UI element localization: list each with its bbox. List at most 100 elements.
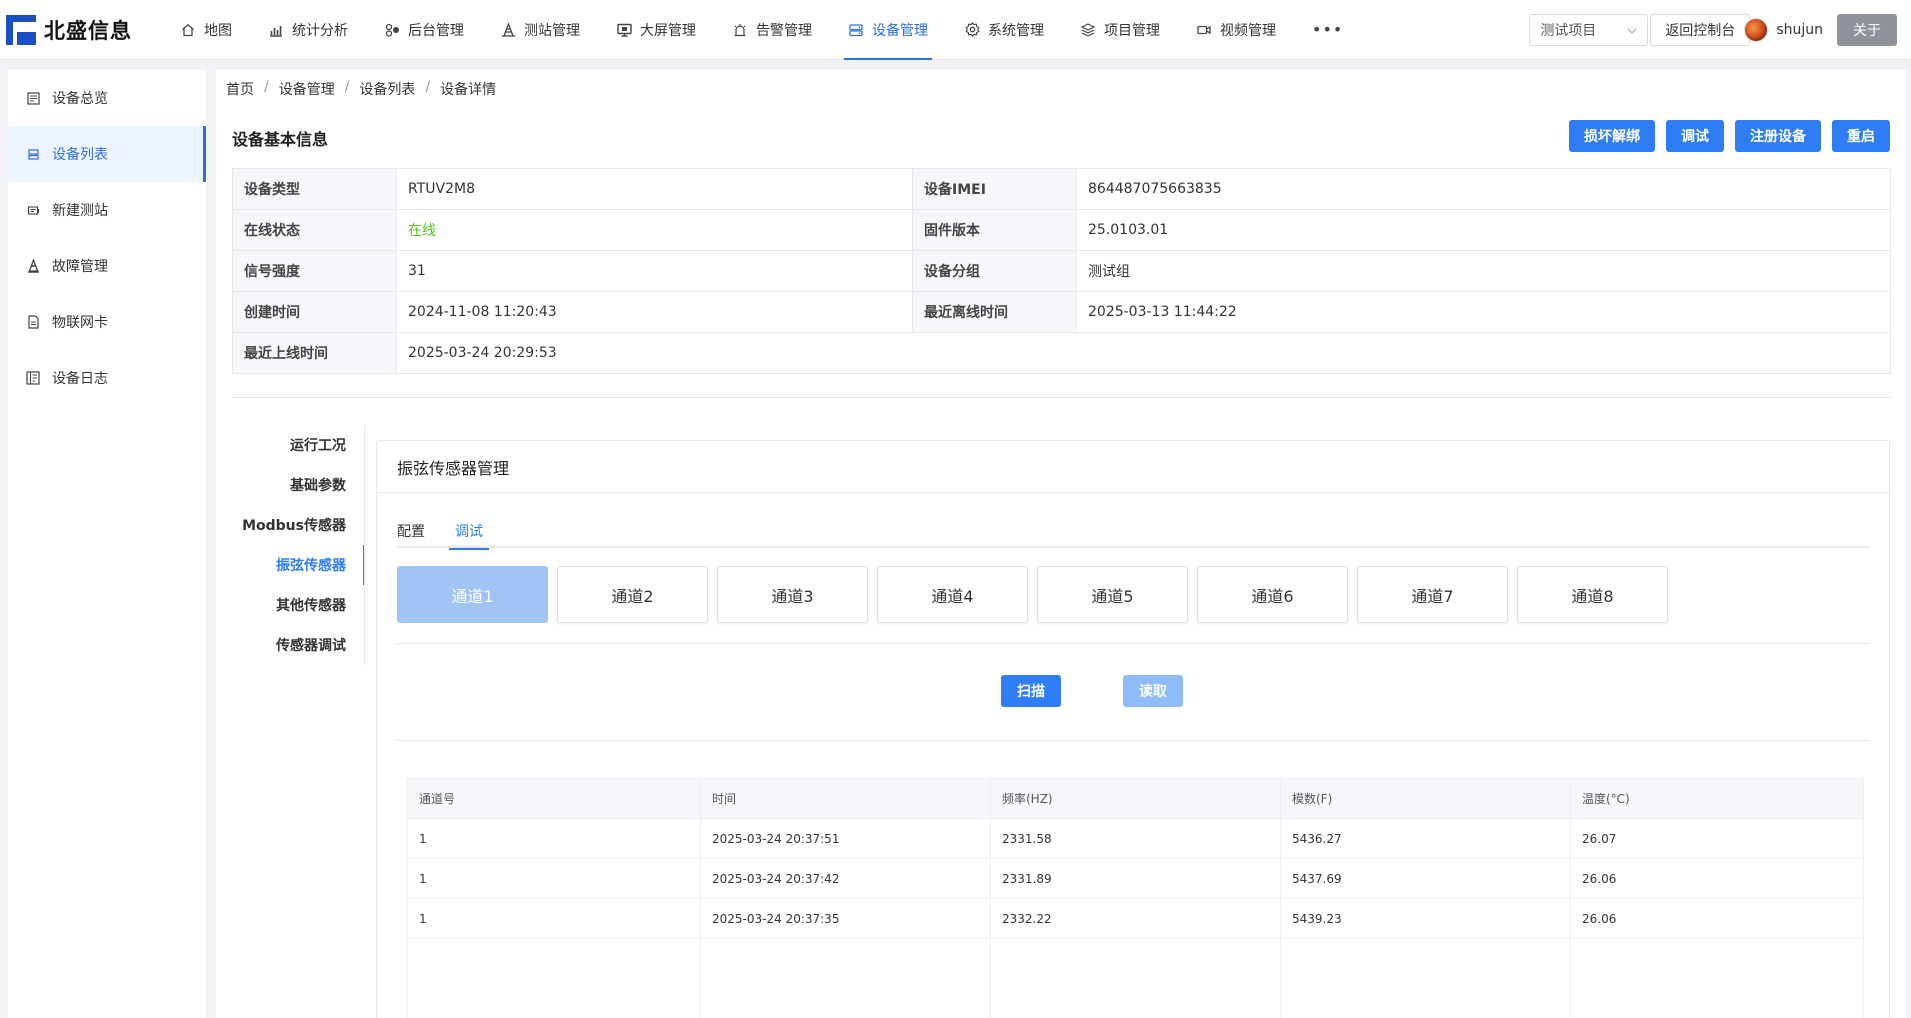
table-cell: 5436.27 bbox=[1280, 818, 1571, 859]
column-header: 时间 bbox=[700, 778, 991, 819]
nav-label: 设备管理 bbox=[872, 22, 928, 39]
nav-item-backend[interactable]: 后台管理 bbox=[366, 0, 482, 60]
info-row: 设备类型 RTUV2M8 设备IMEI 864487075663835 bbox=[232, 168, 1891, 210]
channel-button-1[interactable]: 通道1 bbox=[397, 566, 548, 623]
sensor-menu-item-basic-params[interactable]: 基础参数 bbox=[232, 465, 365, 505]
sidebar-item-device-log[interactable]: 设备日志 bbox=[8, 350, 206, 406]
breadcrumb-item-home[interactable]: 首页 bbox=[226, 79, 254, 99]
breadcrumb-item-device-detail: 设备详情 bbox=[440, 82, 497, 98]
header-actions: 测试项目 返回控制台 shujun 关于 bbox=[1529, 0, 1911, 60]
table-cell: 2025-03-24 20:37:51 bbox=[700, 818, 991, 859]
video-icon bbox=[1196, 22, 1212, 38]
nav-item-stations[interactable]: 测站管理 bbox=[482, 0, 598, 60]
project-select-value: 测试项目 bbox=[1540, 23, 1597, 39]
sensor-menu-item-debug[interactable]: 传感器调试 bbox=[232, 625, 365, 665]
brand-logo[interactable]: 北盛信息 bbox=[0, 0, 158, 60]
main-content: 首页 / 设备管理 / 设备列表 / 设备详情 设备基本信息 损坏解绑 调试 注… bbox=[216, 70, 1906, 1018]
nav-label: 系统管理 bbox=[988, 22, 1044, 39]
debug-button[interactable]: 调试 bbox=[1666, 120, 1724, 152]
device-icon bbox=[848, 22, 864, 38]
main-nav: 地图 统计分析 后台管理 测站管理 大屏管理 告警管理 设备管理 系统管理 项目… bbox=[162, 0, 1361, 60]
channel-button-2[interactable]: 通道2 bbox=[557, 566, 708, 623]
list-icon bbox=[26, 147, 40, 161]
alert-icon bbox=[732, 22, 748, 38]
tab-config[interactable]: 配置 bbox=[397, 514, 425, 548]
sensor-menu-item-runtime[interactable]: 运行工况 bbox=[232, 425, 365, 465]
info-value: 25.0103.01 bbox=[1076, 209, 1891, 251]
nav-label: 视频管理 bbox=[1220, 22, 1276, 39]
nav-item-statistics[interactable]: 统计分析 bbox=[250, 0, 366, 60]
sidebar-item-new-station[interactable]: 新建测站 bbox=[8, 182, 206, 238]
table-cell: 1 bbox=[407, 858, 701, 899]
brand-name: 北盛信息 bbox=[44, 18, 132, 43]
card-title: 振弦传感器管理 bbox=[377, 441, 1889, 493]
read-button[interactable]: 读取 bbox=[1123, 675, 1183, 707]
info-value: 31 bbox=[396, 250, 913, 292]
column-header: 温度(°C) bbox=[1570, 778, 1864, 819]
channel-button-8[interactable]: 通道8 bbox=[1517, 566, 1668, 623]
breadcrumb-separator: / bbox=[344, 79, 350, 95]
nav-item-video[interactable]: 视频管理 bbox=[1178, 0, 1294, 60]
info-key: 最近上线时间 bbox=[232, 332, 397, 374]
column-header: 频率(HZ) bbox=[990, 778, 1281, 819]
table-cell: 1 bbox=[407, 898, 701, 939]
info-key: 最近离线时间 bbox=[912, 291, 1077, 333]
register-device-button[interactable]: 注册设备 bbox=[1735, 120, 1821, 152]
return-console-button[interactable]: 返回控制台 bbox=[1650, 14, 1751, 46]
channel-button-7[interactable]: 通道7 bbox=[1357, 566, 1508, 623]
channel-button-5[interactable]: 通道5 bbox=[1037, 566, 1188, 623]
sidebar-item-label: 设备日志 bbox=[52, 371, 108, 387]
nav-item-alerts[interactable]: 告警管理 bbox=[714, 0, 830, 60]
nav-item-map[interactable]: 地图 bbox=[162, 0, 250, 60]
project-select[interactable]: 测试项目 bbox=[1529, 14, 1649, 46]
sim-card-icon bbox=[26, 315, 40, 329]
home-icon bbox=[180, 22, 196, 38]
sensor-menu-item-modbus[interactable]: Modbus传感器 bbox=[232, 505, 365, 545]
scan-button[interactable]: 扫描 bbox=[1001, 675, 1061, 707]
table-cell: 26.07 bbox=[1570, 818, 1864, 859]
info-key: 固件版本 bbox=[912, 209, 1077, 251]
menu-divider bbox=[364, 425, 365, 665]
breadcrumb-item-device-list[interactable]: 设备列表 bbox=[359, 79, 415, 99]
table-cell: 1 bbox=[407, 818, 701, 859]
card-tabs: 配置 调试 bbox=[397, 514, 1870, 550]
breadcrumb: 首页 / 设备管理 / 设备列表 / 设备详情 bbox=[226, 79, 496, 99]
table-row: 1 2025-03-24 20:37:51 2331.58 5436.27 26… bbox=[407, 818, 1864, 859]
sidebar-item-label: 设备总览 bbox=[52, 91, 108, 107]
user-menu[interactable]: shujun bbox=[1744, 18, 1823, 42]
sidebar-item-label: 物联网卡 bbox=[52, 315, 108, 331]
info-row: 信号强度 31 设备分组 测试组 bbox=[232, 250, 1891, 292]
channel-button-6[interactable]: 通道6 bbox=[1197, 566, 1348, 623]
sidebar-item-device-overview[interactable]: 设备总览 bbox=[8, 70, 206, 126]
nav-label: 后台管理 bbox=[408, 22, 464, 39]
restart-button[interactable]: 重启 bbox=[1832, 120, 1890, 152]
channel-button-4[interactable]: 通道4 bbox=[877, 566, 1028, 623]
layers-icon bbox=[1080, 22, 1096, 38]
table-cell: 2331.58 bbox=[990, 818, 1281, 859]
user-name: shujun bbox=[1776, 22, 1823, 38]
info-value: RTUV2M8 bbox=[396, 168, 913, 210]
nav-item-bigscreen[interactable]: 大屏管理 bbox=[598, 0, 714, 60]
table-cell: 2025-03-24 20:37:35 bbox=[700, 898, 991, 939]
overview-icon bbox=[26, 91, 40, 105]
cone-icon bbox=[26, 259, 40, 273]
about-button[interactable]: 关于 bbox=[1837, 14, 1897, 46]
more-menu-icon[interactable]: ••• bbox=[1294, 20, 1361, 39]
divider bbox=[397, 740, 1870, 741]
nav-item-projects[interactable]: 项目管理 bbox=[1062, 0, 1178, 60]
unbind-damaged-button[interactable]: 损坏解绑 bbox=[1569, 120, 1655, 152]
channel-button-3[interactable]: 通道3 bbox=[717, 566, 868, 623]
sidebar-item-iot-card[interactable]: 物联网卡 bbox=[8, 294, 206, 350]
tab-debug[interactable]: 调试 bbox=[449, 514, 489, 550]
device-actions: 损坏解绑 调试 注册设备 重启 bbox=[1558, 120, 1890, 152]
breadcrumb-item-device-management[interactable]: 设备管理 bbox=[279, 79, 335, 99]
nav-item-system[interactable]: 系统管理 bbox=[946, 0, 1062, 60]
sidebar-item-faults[interactable]: 故障管理 bbox=[8, 238, 206, 294]
nav-item-device-management[interactable]: 设备管理 bbox=[830, 0, 946, 60]
sensor-menu-item-other[interactable]: 其他传感器 bbox=[232, 585, 365, 625]
new-station-icon bbox=[26, 203, 40, 217]
sensor-menu-item-vibrating-wire[interactable]: 振弦传感器 bbox=[232, 545, 365, 585]
monitor-icon bbox=[616, 22, 632, 38]
sidebar-item-device-list[interactable]: 设备列表 bbox=[8, 126, 206, 182]
table-empty-area bbox=[407, 938, 1864, 1018]
